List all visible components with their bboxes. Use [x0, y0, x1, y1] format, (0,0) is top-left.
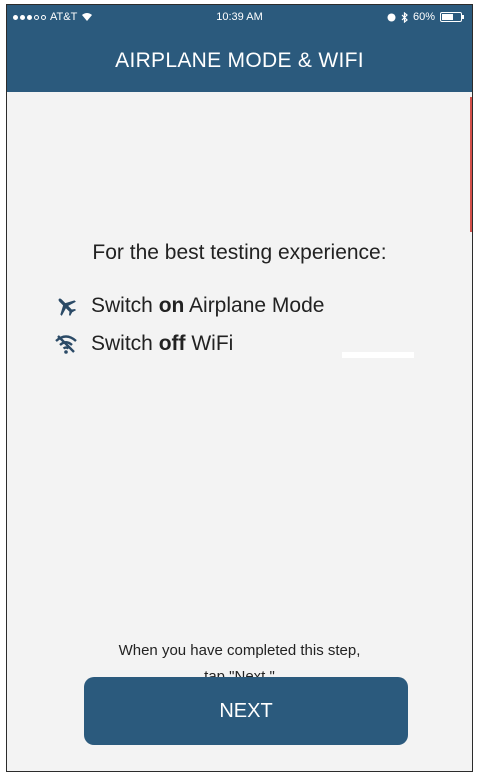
status-right: 60% — [387, 5, 464, 29]
phone-screen: AT&T 10:39 AM 60% AIRPLANE MODE & WIFI F… — [6, 4, 473, 772]
status-left: AT&T — [13, 5, 93, 29]
blank-mark — [342, 352, 414, 358]
instruction-emphasis: on — [158, 294, 185, 317]
instruction-prefix: Switch — [91, 332, 159, 355]
battery-icon — [440, 12, 464, 22]
signal-strength-icon — [13, 14, 46, 20]
instruction-prefix: Switch — [91, 294, 159, 317]
intro-text: For the best testing experience: — [92, 241, 387, 264]
page-title: AIRPLANE MODE & WIFI — [115, 49, 364, 72]
instruction-wifi: Switch off WiFi — [53, 332, 233, 356]
instruction-suffix: WiFi — [185, 332, 234, 355]
airplane-icon — [53, 294, 79, 318]
battery-percent: 60% — [412, 11, 435, 23]
app-header: AT&T 10:39 AM 60% AIRPLANE MODE & WIFI — [7, 5, 472, 92]
alarm-icon — [387, 13, 396, 21]
wifi-signal-icon — [82, 13, 93, 21]
next-button[interactable]: NEXT — [84, 677, 408, 745]
footer-line-1: When you have completed this step, — [118, 642, 361, 659]
instruction-suffix: Airplane Mode — [184, 294, 325, 317]
status-bar: AT&T 10:39 AM 60% — [7, 5, 472, 29]
carrier-label: AT&T — [50, 11, 78, 23]
red-edge-line — [470, 97, 472, 232]
battery-level — [442, 14, 453, 20]
bluetooth-icon — [401, 11, 408, 23]
wifi-off-icon — [53, 332, 79, 356]
instruction-emphasis: off — [158, 332, 186, 355]
instruction-airplane-mode: Switch on Airplane Mode — [53, 294, 324, 318]
